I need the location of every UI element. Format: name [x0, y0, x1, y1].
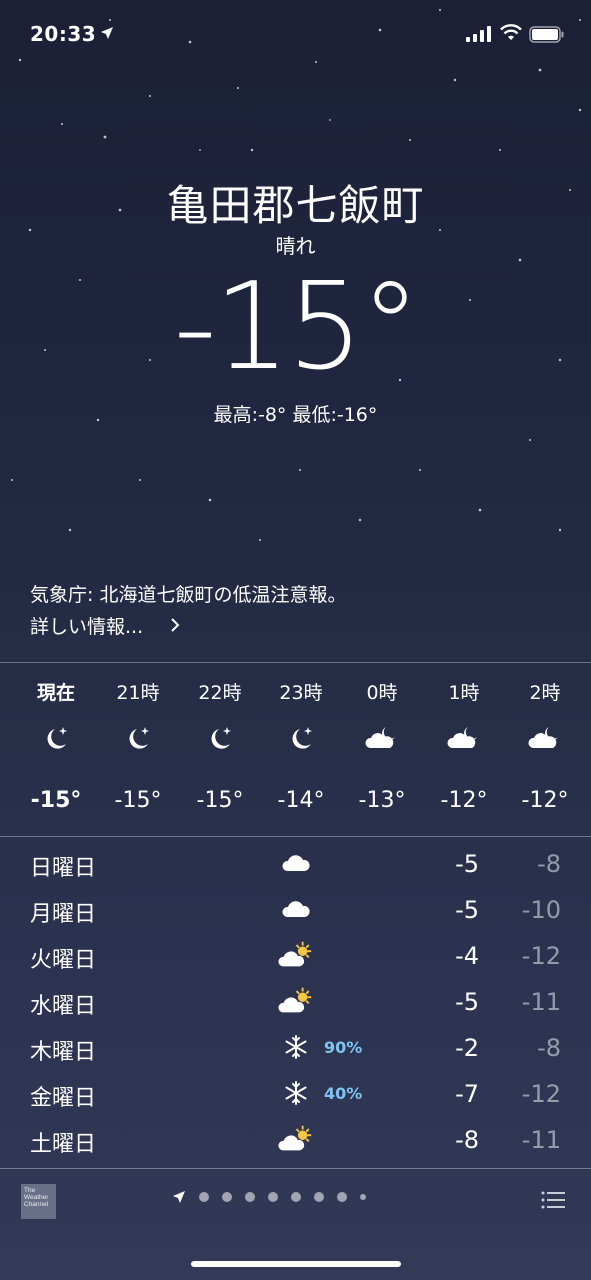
page-dot[interactable] — [245, 1192, 255, 1202]
day-name: 月曜日 — [30, 902, 97, 927]
day-name: 金曜日 — [30, 1086, 97, 1111]
hour-temperature: -15° — [30, 788, 82, 813]
daily-row: 日曜日 -5 -8 — [0, 842, 591, 886]
partly-sunny-icon — [278, 1124, 314, 1154]
day-high: -8 — [455, 1126, 479, 1154]
high-low-temperature: 最高:-8° 最低:-16° — [213, 404, 378, 426]
daily-row: 火曜日 -4 -12 — [0, 934, 591, 978]
hour-temperature: -15° — [114, 788, 162, 813]
hour-temperature: -12° — [440, 788, 488, 813]
moon-stars-icon — [179, 724, 261, 772]
daily-row: 月曜日 -5 -10 — [0, 888, 591, 932]
moon-stars-icon — [260, 724, 342, 772]
hour-label: 1時 — [448, 682, 480, 704]
snowflake-icon — [278, 1078, 314, 1108]
page-dot[interactable] — [360, 1194, 366, 1200]
home-indicator[interactable] — [191, 1261, 401, 1267]
page-dot[interactable] — [337, 1192, 347, 1202]
daily-row: 土曜日 -8 -11 — [0, 1118, 591, 1162]
day-low: -8 — [537, 1034, 561, 1062]
cloud-moon-icon — [423, 724, 505, 772]
hour-temperature: -14° — [277, 788, 325, 813]
hour-label: 2時 — [529, 682, 561, 704]
hourly-item: 2時 -12° — [504, 678, 586, 813]
hourly-item: 現在 -15° — [15, 678, 97, 813]
hour-label: 23時 — [279, 682, 323, 704]
location-arrow-icon — [173, 1191, 185, 1203]
moon-stars-icon — [15, 724, 97, 772]
hourly-item: 0時 -13° — [341, 678, 423, 813]
day-high: -5 — [455, 850, 479, 878]
page-dot[interactable] — [199, 1192, 209, 1202]
weather-condition: 晴れ — [275, 234, 316, 258]
hour-label: 22時 — [198, 682, 242, 704]
hour-temperature: -12° — [521, 788, 569, 813]
day-low: -12 — [521, 942, 561, 970]
hour-label: 現在 — [36, 682, 75, 704]
page-dot[interactable] — [314, 1192, 324, 1202]
divider — [0, 836, 591, 837]
day-high: -5 — [455, 988, 479, 1016]
cloud-moon-icon — [341, 724, 423, 772]
day-name: 土曜日 — [30, 1132, 97, 1157]
moon-stars-icon — [97, 724, 179, 772]
hourly-item: 23時 -14° — [260, 678, 342, 813]
wifi-icon — [500, 24, 522, 40]
day-low: -10 — [521, 896, 561, 924]
day-low: -11 — [521, 988, 561, 1016]
page-dot[interactable] — [291, 1192, 301, 1202]
chevron-right-icon[interactable] — [170, 617, 180, 633]
status-time: 20:33 — [30, 22, 97, 46]
hourly-item: 1時 -12° — [423, 678, 505, 813]
more-info-link[interactable]: 詳しい情報... — [30, 612, 143, 639]
day-name: 日曜日 — [30, 856, 97, 881]
cellular-signal-icon — [466, 26, 491, 42]
the-weather-channel-logo[interactable]: The Weather Channel — [21, 1184, 56, 1219]
daily-row: 水曜日 -5 -11 — [0, 980, 591, 1024]
day-name: 水曜日 — [30, 994, 97, 1019]
divider — [0, 1168, 591, 1169]
daily-row: 金曜日 40% -7 -12 — [0, 1072, 591, 1116]
partly-sunny-icon — [278, 940, 314, 970]
page-dot[interactable] — [222, 1192, 232, 1202]
weather-alert-text: 気象庁: 北海道七飯町の低温注意報。 — [30, 584, 347, 606]
snowflake-icon — [278, 1032, 314, 1062]
day-name: 火曜日 — [30, 948, 97, 973]
hour-temperature: -15° — [196, 788, 244, 813]
hour-label: 21時 — [116, 682, 160, 704]
hourly-item: 21時 -15° — [97, 678, 179, 813]
day-low: -12 — [521, 1080, 561, 1108]
location-arrow-icon — [101, 27, 113, 39]
hourly-item: 22時 -15° — [179, 678, 261, 813]
day-name: 木曜日 — [30, 1040, 97, 1065]
page-indicator[interactable] — [172, 1190, 366, 1204]
day-low: -11 — [521, 1126, 561, 1154]
page-dot[interactable] — [268, 1192, 278, 1202]
cloud-moon-icon — [504, 724, 586, 772]
day-high: -4 — [455, 942, 479, 970]
day-high: -2 — [455, 1034, 479, 1062]
cloud-icon — [278, 894, 314, 924]
current-temperature: -15° — [173, 258, 421, 397]
hour-label: 0時 — [366, 682, 398, 704]
partly-sunny-icon — [278, 986, 314, 1016]
battery-icon — [529, 26, 564, 43]
day-high: -7 — [455, 1080, 479, 1108]
day-low: -8 — [537, 850, 561, 878]
day-high: -5 — [455, 896, 479, 924]
list-icon[interactable] — [541, 1190, 565, 1210]
city-name: 亀田郡七飯町 — [166, 181, 425, 230]
hour-temperature: -13° — [358, 788, 406, 813]
precipitation-probability: 40% — [324, 1084, 363, 1103]
divider — [0, 662, 591, 663]
cloud-icon — [278, 848, 314, 878]
precipitation-probability: 90% — [324, 1038, 363, 1057]
daily-row: 木曜日 90% -2 -8 — [0, 1026, 591, 1070]
